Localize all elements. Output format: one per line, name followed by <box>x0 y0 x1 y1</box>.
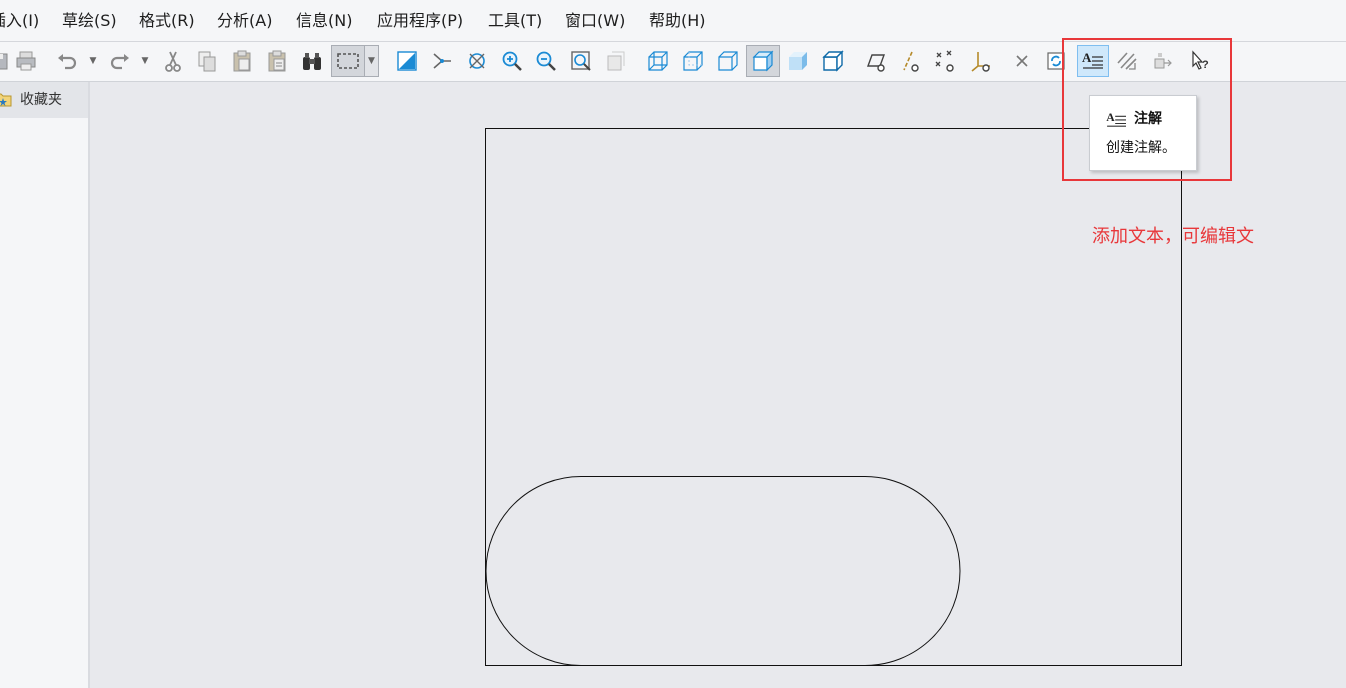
annotation-text: 添加文本，可编辑文 <box>1092 226 1254 247</box>
sketch-slot[interactable] <box>485 476 961 666</box>
highlight-box <box>1062 38 1232 181</box>
sketch-rectangle[interactable] <box>485 128 1182 666</box>
